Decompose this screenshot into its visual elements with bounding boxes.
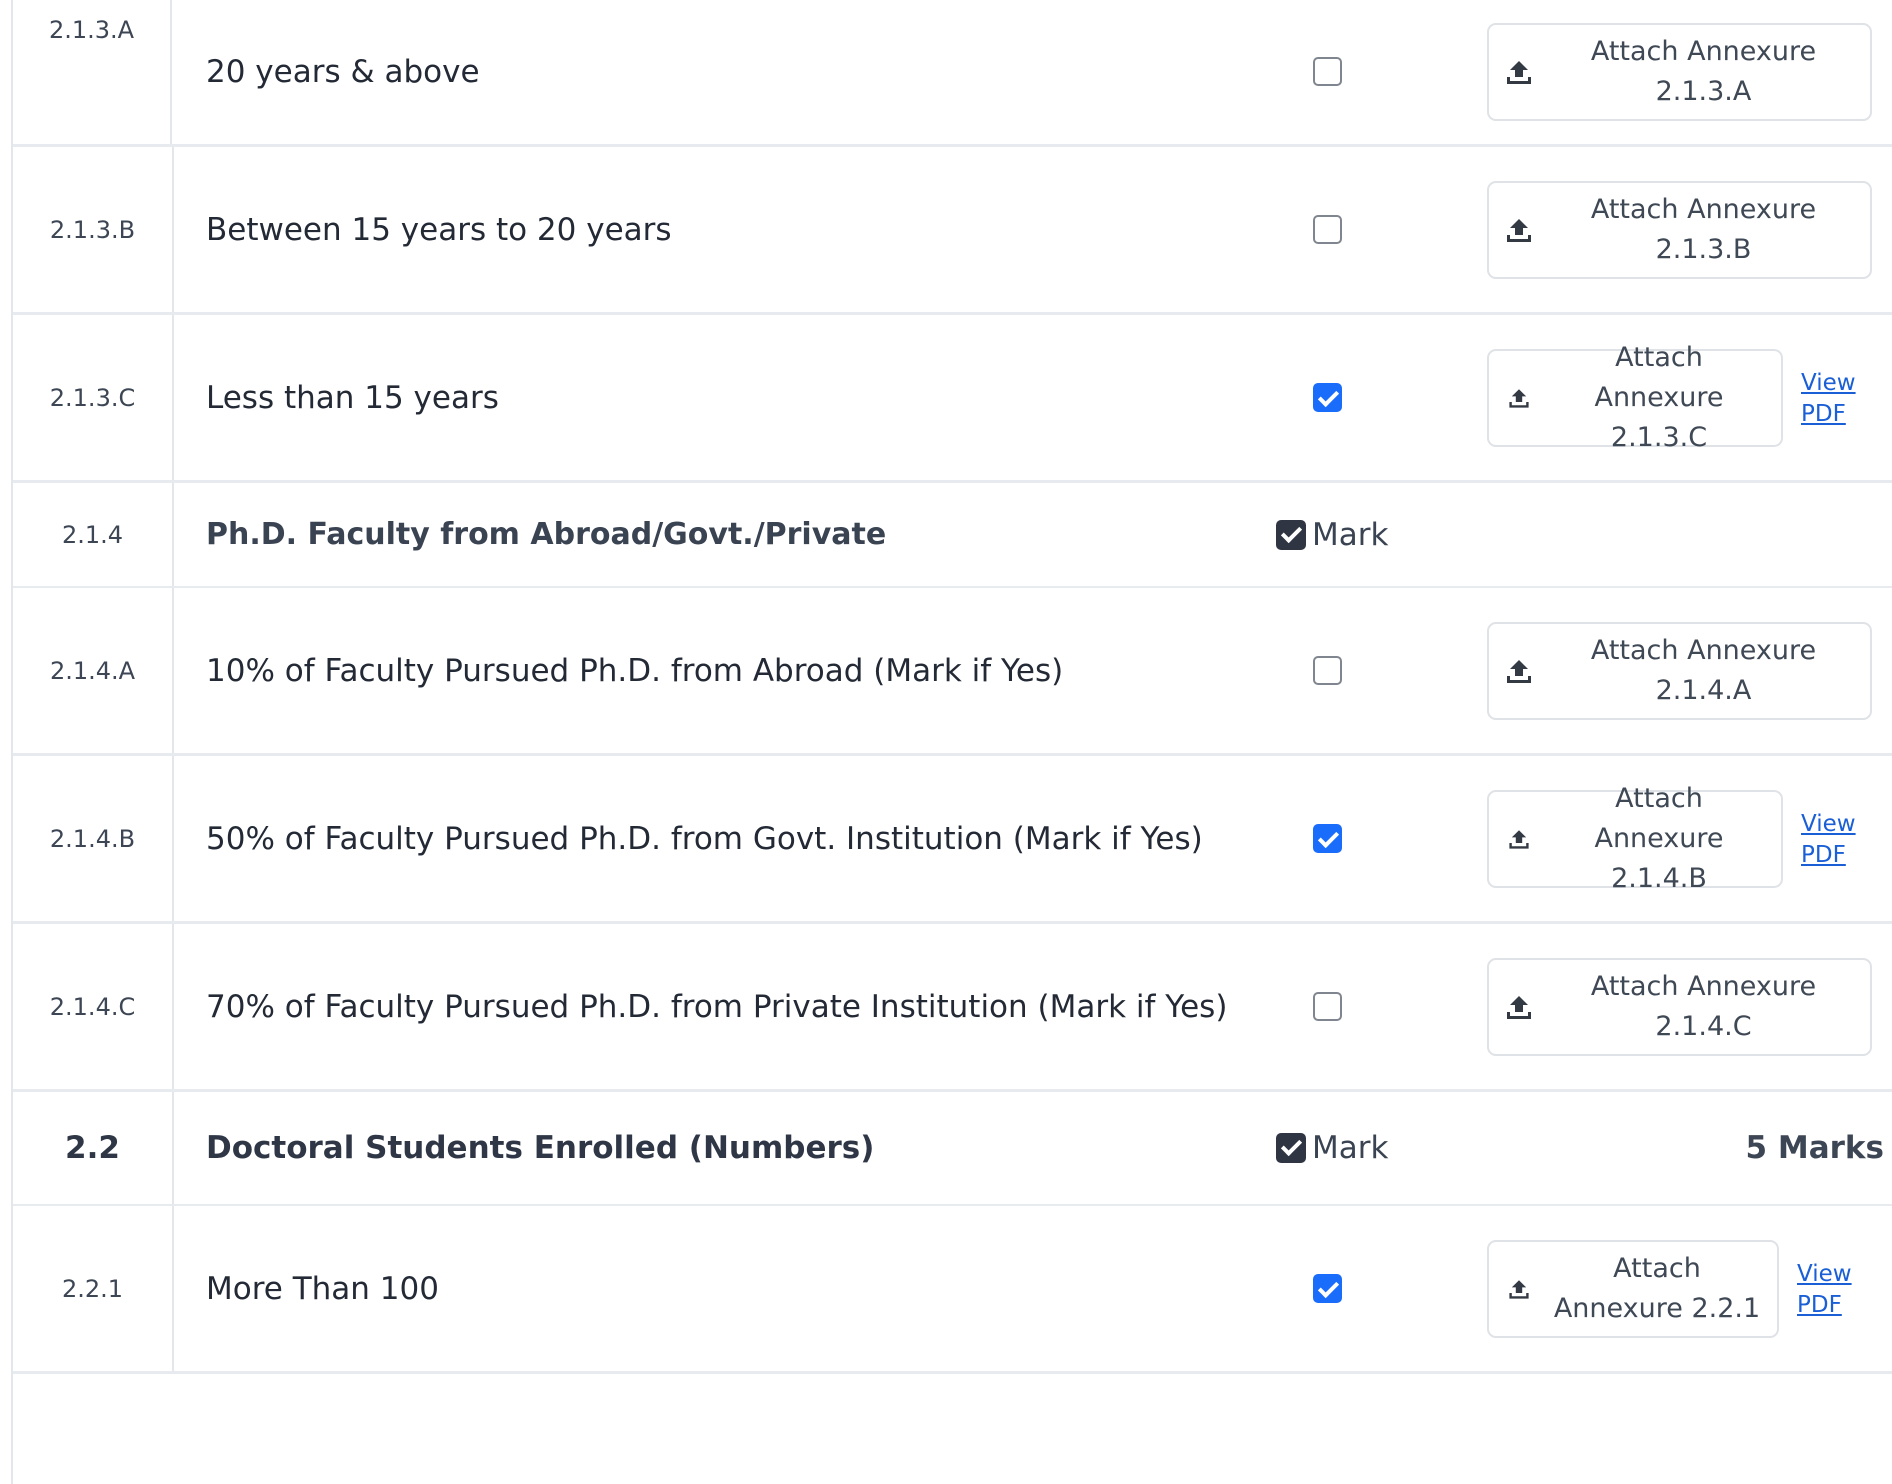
mark-toggle[interactable]: Mark [1276, 483, 1388, 586]
row-code: 2.1.3.C [13, 315, 174, 480]
attach-annexure-label: Attach Annexure 2.1.4.B [1594, 782, 1724, 894]
view-pdf-link[interactable]: View PDF [1801, 368, 1861, 430]
view-pdf-link[interactable]: View PDF [1801, 809, 1861, 871]
checked-box-icon [1276, 1133, 1306, 1163]
upload-icon [1489, 57, 1549, 87]
upload-icon [1489, 827, 1549, 851]
upload-icon [1489, 656, 1549, 686]
criteria-table: 2.1.3.A 20 years & above Attach Annexure… [11, 0, 1892, 1484]
attach-annexure-button[interactable]: Attach Annexure 2.1.4.A [1487, 621, 1872, 720]
attach-annexure-label: Attach Annexure 2.1.4.A [1590, 634, 1817, 706]
upload-icon [1489, 1277, 1549, 1301]
row-checkbox[interactable] [1313, 382, 1342, 412]
row-code: 2.1.4.B [13, 756, 174, 921]
attach-annexure-button[interactable]: Attach Annexure 2.1.3.B [1487, 180, 1872, 279]
section-header-row: 2.1.4 Ph.D. Faculty from Abroad/Govt./Pr… [13, 483, 1892, 588]
upload-icon [1489, 992, 1549, 1022]
row-checkbox[interactable] [1313, 655, 1342, 685]
attach-annexure-label: Attach Annexure 2.2.1 [1553, 1252, 1761, 1324]
row-description: 50% of Faculty Pursued Ph.D. from Govt. … [206, 820, 1203, 857]
row-code: 2.2.1 [13, 1206, 174, 1371]
table-row: 2.1.4.B 50% of Faculty Pursued Ph.D. fro… [13, 756, 1892, 924]
upload-icon [1489, 386, 1549, 410]
attach-annexure-label: Attach Annexure 2.1.3.A [1590, 36, 1817, 107]
table-row: 2.1.4.C 70% of Faculty Pursued Ph.D. fro… [13, 924, 1892, 1092]
row-description: 10% of Faculty Pursued Ph.D. from Abroad… [206, 652, 1064, 689]
row-description: More Than 100 [206, 1270, 439, 1307]
attach-annexure-button[interactable]: Attach Annexure 2.2.1 [1487, 1239, 1779, 1338]
section-marks: 5 Marks [1745, 1130, 1885, 1166]
section-header-row: 2.2 Doctoral Students Enrolled (Numbers)… [13, 1092, 1892, 1206]
row-code: 2.1.3.B [13, 147, 174, 312]
row-code: 2.2 [13, 1092, 174, 1204]
table-row: 2.1.3.B Between 15 years to 20 years Att… [13, 147, 1892, 315]
attach-annexure-label: Attach Annexure 2.1.3.B [1590, 193, 1817, 265]
table-row: 2.1.3.A 20 years & above Attach Annexure… [13, 0, 1892, 147]
row-checkbox[interactable] [1313, 823, 1342, 853]
attach-annexure-button[interactable]: Attach Annexure 2.1.4.C [1487, 957, 1872, 1056]
row-code: 2.1.4.A [13, 588, 174, 753]
section-title: Doctoral Students Enrolled (Numbers) [206, 1130, 875, 1166]
attach-annexure-button[interactable]: Attach Annexure 2.1.3.A [1487, 23, 1872, 121]
mark-label: Mark [1312, 516, 1389, 553]
row-description: Between 15 years to 20 years [206, 211, 672, 248]
attach-annexure-label: Attach Annexure 2.1.3.C [1594, 341, 1724, 453]
row-code: 2.1.4 [13, 483, 174, 586]
attach-annexure-label: Attach Annexure 2.1.4.C [1590, 970, 1817, 1042]
row-description: 70% of Faculty Pursued Ph.D. from Privat… [206, 988, 1228, 1025]
checked-box-icon [1276, 519, 1306, 550]
row-checkbox[interactable] [1313, 1273, 1342, 1303]
mark-label: Mark [1312, 1130, 1389, 1166]
section-title: Ph.D. Faculty from Abroad/Govt./Private [206, 517, 887, 552]
row-code: 2.1.3.A [13, 0, 172, 144]
row-checkbox[interactable] [1313, 214, 1342, 244]
row-checkbox[interactable] [1313, 991, 1342, 1021]
upload-icon [1489, 215, 1549, 245]
attach-annexure-button[interactable]: Attach Annexure 2.1.4.B [1487, 783, 1783, 894]
mark-toggle[interactable]: Mark [1276, 1092, 1388, 1204]
attach-annexure-button[interactable]: Attach Annexure 2.1.3.C [1487, 342, 1783, 453]
table-row: 2.2.1 More Than 100 Attach Annexure 2.2.… [13, 1206, 1892, 1374]
row-checkbox[interactable] [1313, 57, 1342, 86]
row-description: Less than 15 years [206, 379, 499, 416]
row-description: 20 years & above [206, 54, 480, 90]
table-row: 2.1.4.A 10% of Faculty Pursued Ph.D. fro… [13, 588, 1892, 756]
row-code: 2.1.4.C [13, 924, 174, 1089]
table-row: 2.1.3.C Less than 15 years Attach Annexu… [13, 315, 1892, 483]
view-pdf-link[interactable]: View PDF [1797, 1259, 1857, 1321]
